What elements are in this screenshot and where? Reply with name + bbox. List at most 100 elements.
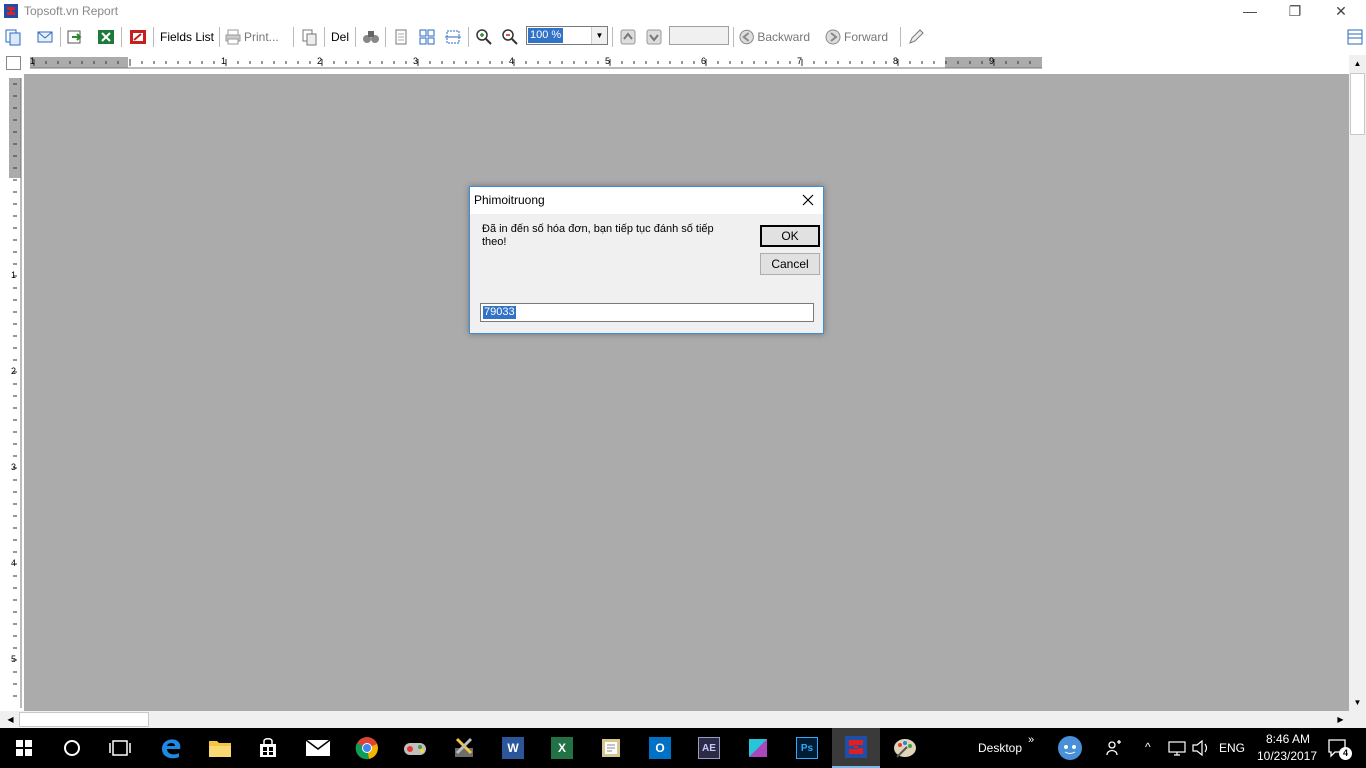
delete-button[interactable]: Del: [329, 26, 351, 48]
chevron-right-double-icon[interactable]: »: [1028, 734, 1034, 746]
input-language[interactable]: ENG: [1219, 741, 1245, 755]
clock-time[interactable]: 8:46 AM: [1258, 732, 1318, 746]
scroll-down-icon[interactable]: ▼: [1349, 694, 1366, 711]
taskbar-tools-app[interactable]: [440, 728, 488, 768]
first-page-button[interactable]: [618, 26, 638, 48]
network-icon[interactable]: [1168, 740, 1186, 756]
taskbar-store[interactable]: [244, 728, 292, 768]
cancel-button[interactable]: Cancel: [760, 253, 820, 275]
report-preview-area[interactable]: [24, 74, 1349, 711]
single-page-button[interactable]: [390, 26, 412, 48]
zoom-select[interactable]: 100 % ▼: [526, 26, 608, 45]
taskbar-mail[interactable]: [294, 728, 342, 768]
vertical-scrollbar[interactable]: ▲ ▼: [1349, 55, 1366, 711]
scroll-corner: [1349, 711, 1366, 728]
taskbar-notes-app[interactable]: [587, 728, 635, 768]
taskbar-color-app[interactable]: [734, 728, 782, 768]
toolbar-separator: [60, 27, 61, 47]
envelope-icon: [37, 31, 53, 43]
ruler-v-number: 1: [11, 270, 17, 280]
ok-button[interactable]: OK: [760, 225, 820, 247]
print-button[interactable]: Print...: [224, 26, 282, 48]
email-button[interactable]: [34, 26, 56, 48]
vertical-scroll-thumb[interactable]: [1350, 73, 1365, 135]
fields-list-button[interactable]: Fields List: [158, 26, 216, 48]
single-page-icon: [395, 29, 407, 45]
zoom-out-button[interactable]: [499, 26, 521, 48]
taskbar-chrome[interactable]: [343, 728, 391, 768]
pdf-icon: [130, 30, 146, 44]
excel-icon: [98, 30, 114, 44]
show-hidden-icons-icon[interactable]: ^: [1145, 740, 1151, 754]
taskbar-after-effects[interactable]: AE: [685, 728, 733, 768]
taskbar-photoshop[interactable]: Ps: [783, 728, 831, 768]
toolbar-separator: [468, 27, 469, 47]
restore-button[interactable]: ❐: [1272, 0, 1318, 22]
taskbar-file-explorer[interactable]: [196, 728, 244, 768]
taskbar-game-app[interactable]: [391, 728, 439, 768]
toolbar-separator: [293, 27, 294, 47]
design-button[interactable]: [3, 26, 23, 48]
export-button[interactable]: [64, 26, 86, 48]
scroll-up-icon[interactable]: ▲: [1349, 55, 1366, 72]
people-button[interactable]: [1094, 728, 1134, 768]
taskbar-excel[interactable]: X: [538, 728, 586, 768]
forward-label: Forward: [844, 30, 889, 44]
close-icon: [802, 194, 814, 206]
scroll-right-icon[interactable]: ▶: [1332, 711, 1349, 728]
horizontal-ruler: 1 1 2 3 4 5 6 7 8 9: [30, 56, 1042, 69]
chevron-down-icon[interactable]: ▼: [591, 27, 607, 44]
toolbar-separator: [153, 27, 154, 47]
mail-icon: [305, 739, 331, 756]
topsoft-taskbar-icon: [845, 736, 867, 758]
ruler-v-number: 5: [11, 654, 17, 664]
pdf-export-button[interactable]: [127, 26, 149, 48]
close-window-button[interactable]: ✕: [1318, 0, 1364, 22]
toolbar-separator: [900, 27, 901, 47]
excel-taskbar-icon: X: [551, 737, 573, 759]
backward-button[interactable]: Backward: [738, 26, 810, 48]
task-view-icon: [109, 740, 131, 756]
find-button[interactable]: [360, 26, 382, 48]
clock-date[interactable]: 10/23/2017: [1253, 749, 1321, 763]
excel-export-button[interactable]: [95, 26, 117, 48]
task-view-button[interactable]: [96, 728, 144, 768]
next-page-button[interactable]: [644, 26, 664, 48]
dialog-close-button[interactable]: [793, 187, 823, 214]
minimize-button[interactable]: —: [1227, 0, 1273, 22]
invoice-number-input[interactable]: 79033: [480, 303, 814, 322]
ruler-h-number: 1: [30, 56, 36, 66]
forward-button[interactable]: Forward: [824, 26, 890, 48]
edit-button[interactable]: [905, 26, 927, 48]
multi-page-icon: [419, 29, 435, 45]
taskbar-word[interactable]: W: [489, 728, 537, 768]
dialog-title: Phimoitruong: [474, 193, 545, 207]
start-button[interactable]: [0, 728, 48, 768]
horizontal-scroll-thumb[interactable]: [19, 712, 149, 727]
taskbar-assistant[interactable]: [1046, 728, 1094, 768]
layout-button[interactable]: [1345, 26, 1365, 48]
volume-icon[interactable]: [1192, 740, 1210, 756]
copy-button[interactable]: [298, 26, 320, 48]
taskbar-paint-app[interactable]: [881, 728, 929, 768]
scroll-left-icon[interactable]: ◀: [2, 711, 19, 728]
dialog-title-bar: Phimoitruong: [470, 187, 823, 214]
input-dialog: Phimoitruong Đã in đến số hóa đơn, bạn t…: [469, 186, 824, 334]
outlook-icon: O: [649, 737, 671, 759]
multi-page-button[interactable]: [416, 26, 438, 48]
page-width-button[interactable]: [442, 26, 464, 48]
horizontal-scrollbar[interactable]: ◀ ▶: [0, 711, 1349, 728]
taskbar-edge[interactable]: [147, 728, 195, 768]
taskbar-topsoft-report[interactable]: [832, 728, 880, 768]
action-center-button[interactable]: 4: [1318, 728, 1358, 768]
taskbar-outlook[interactable]: O: [636, 728, 684, 768]
ruler-h-number: 2: [317, 56, 323, 66]
page-number-box: [669, 26, 729, 45]
pencil-icon: [909, 29, 924, 44]
search-button[interactable]: [48, 728, 96, 768]
zoom-in-button[interactable]: [473, 26, 495, 48]
toolbar-separator: [355, 27, 356, 47]
desktop-toolbar-label[interactable]: Desktop: [978, 741, 1022, 755]
ruler-h-number: 4: [509, 56, 515, 66]
forward-icon: [825, 29, 841, 45]
